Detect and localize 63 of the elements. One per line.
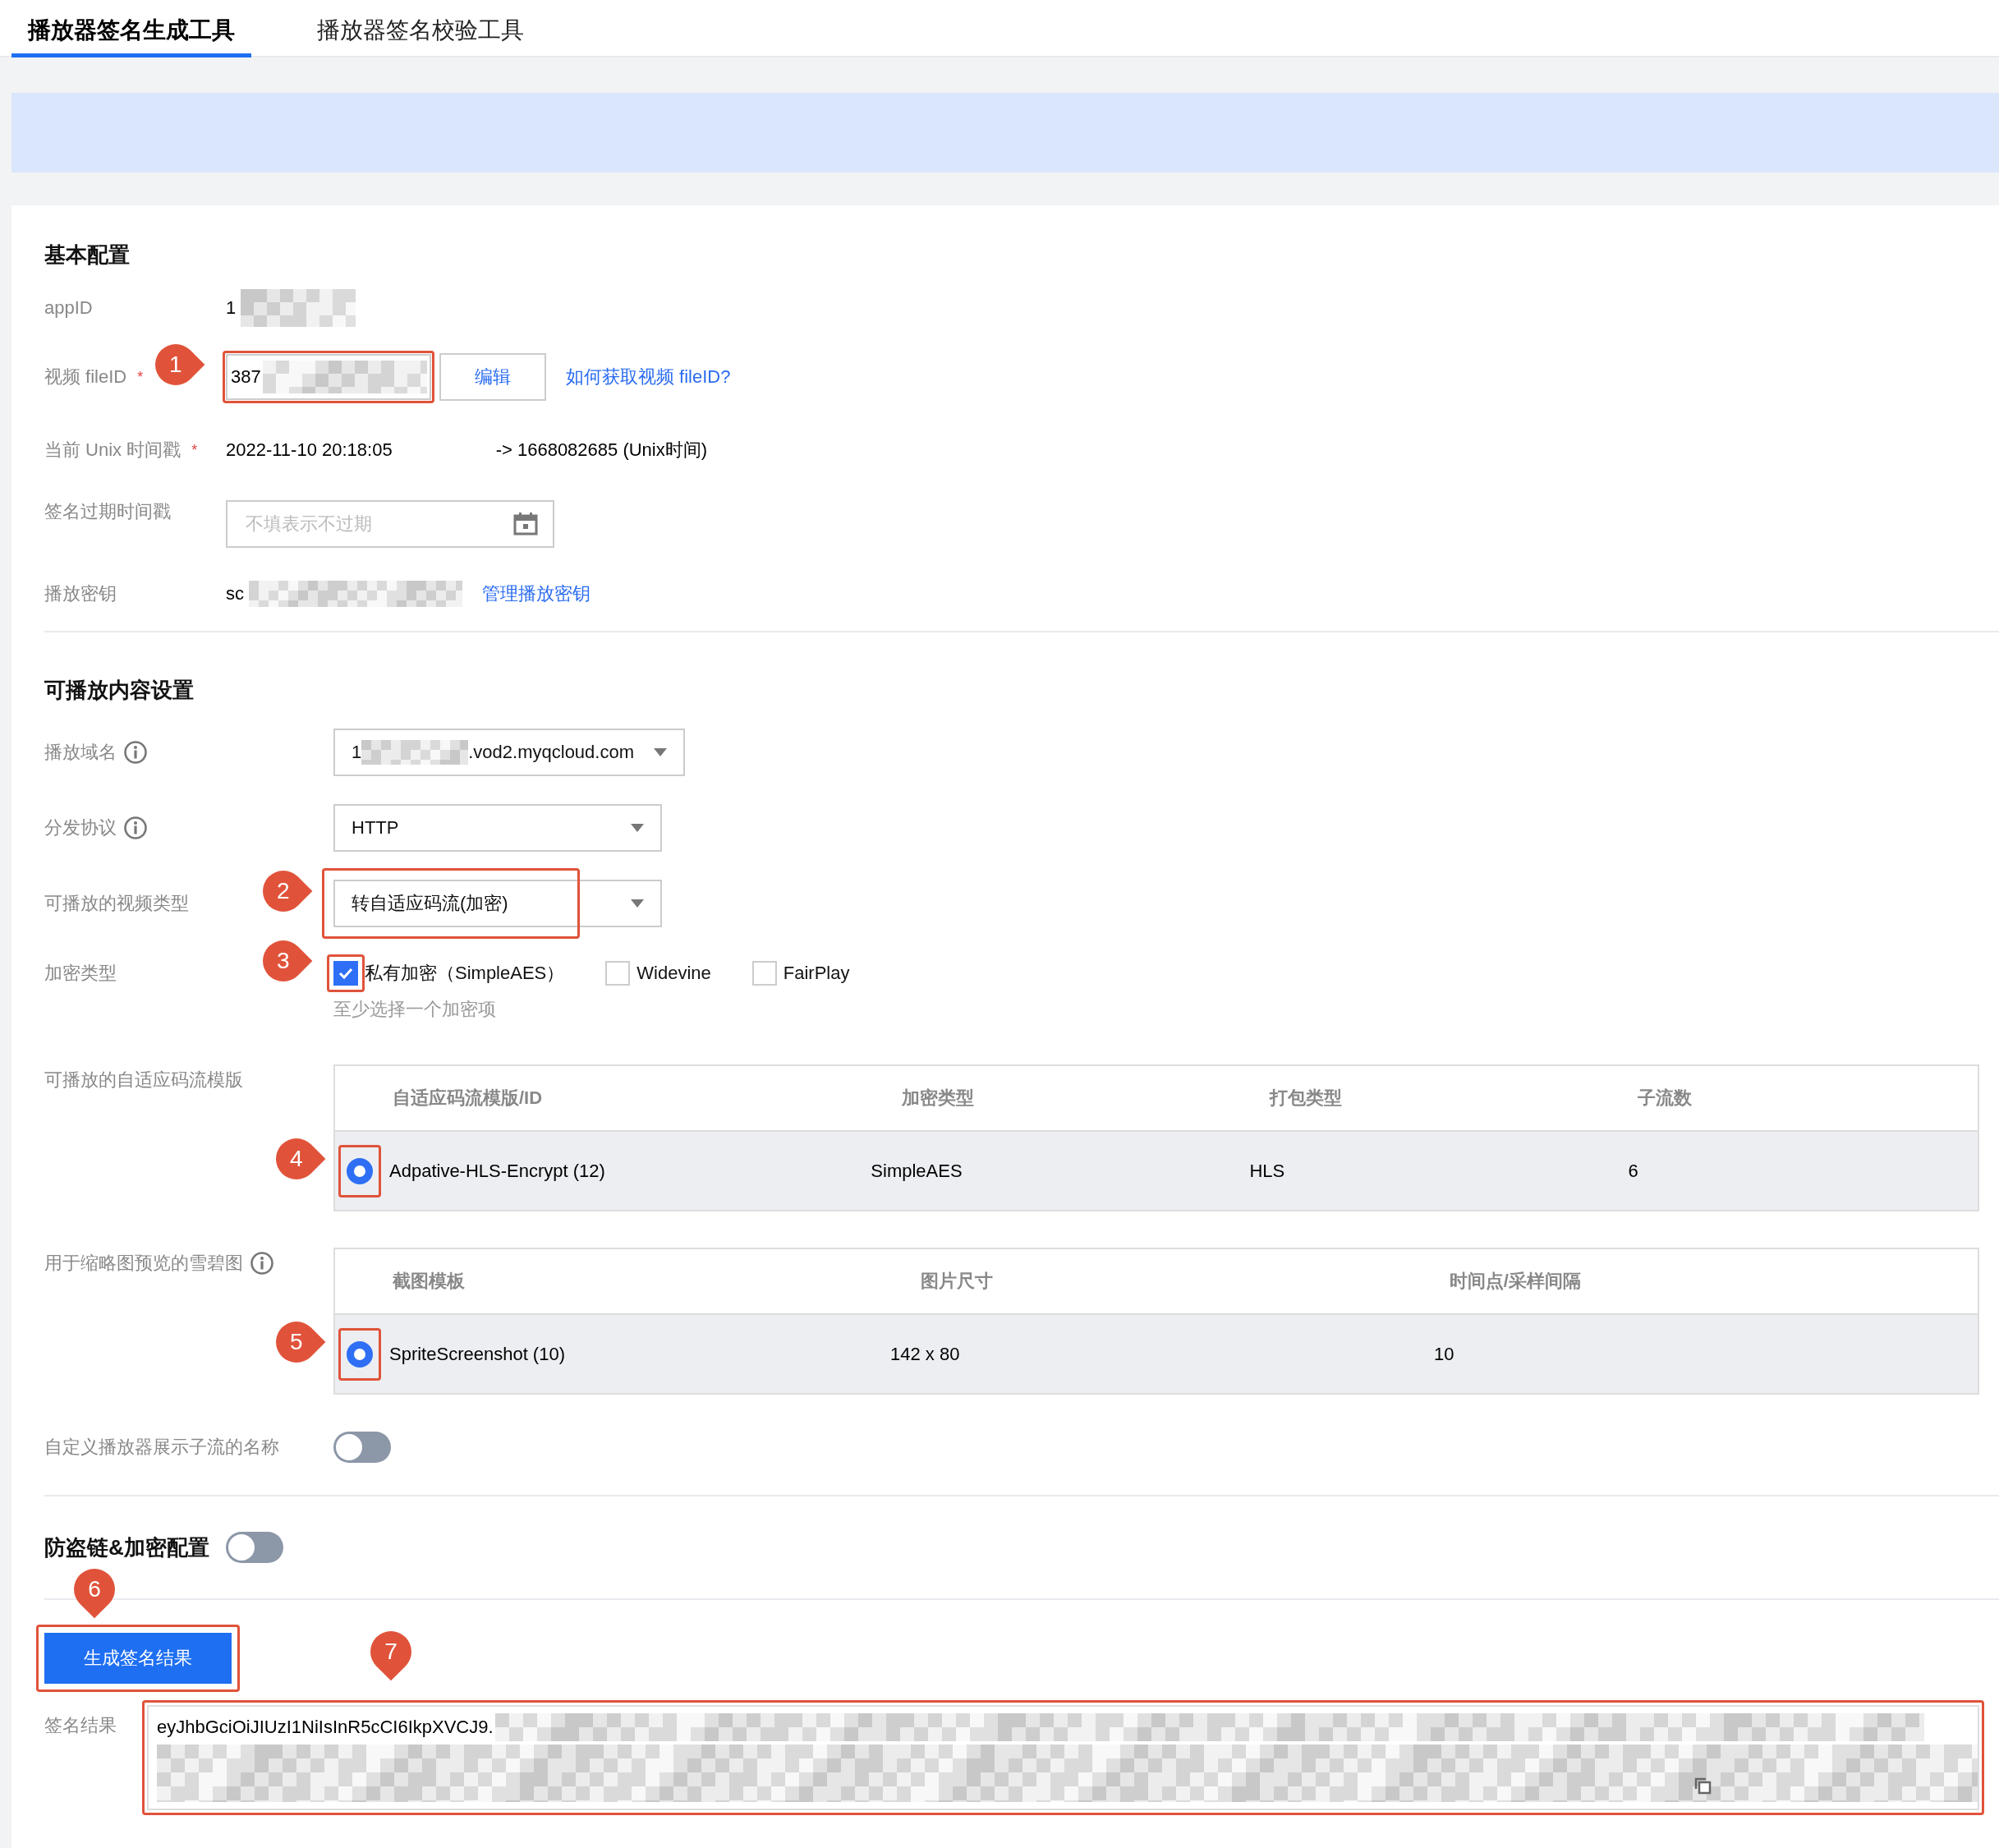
table-cell: Adpative-HLS-Encrypt (12)	[389, 1160, 605, 1182]
unix-time: -> 1668082685 (Unix时间)	[495, 439, 708, 462]
checkbox-label: 私有加密（SimpleAES）	[365, 962, 565, 985]
caret-icon	[631, 824, 644, 832]
table-cell: 10	[1434, 1343, 1454, 1365]
checkbox-label: FairPlay	[783, 963, 850, 984]
section-title: 可播放内容设置	[44, 677, 195, 704]
section-title: 防盗链&加密配置	[44, 1534, 209, 1561]
field-label: 可播放的自适应码流模版	[44, 1069, 244, 1092]
toggle-switch[interactable]	[225, 1532, 283, 1563]
field-label: 签名结果	[44, 1714, 117, 1737]
field-label: 播放密钥	[44, 582, 117, 605]
input-field[interactable]: 387	[226, 354, 431, 400]
field-label: 分发协议	[44, 816, 333, 840]
table-cell: 142 x 80	[890, 1343, 960, 1365]
checkbox[interactable]	[333, 961, 358, 986]
caret-icon	[631, 899, 644, 908]
copy-icon[interactable]	[1693, 1776, 1712, 1795]
table-cell: 6	[1628, 1160, 1638, 1182]
column-header: 自适应码流模版/ID	[393, 1087, 544, 1110]
field-label: 用于缩略图预览的雪碧图	[44, 1248, 333, 1276]
dropdown[interactable]: 1 .vod2.myqcloud.com	[333, 729, 685, 776]
field-label: appID	[44, 297, 94, 319]
highlight-frame	[338, 1144, 381, 1198]
checkbox[interactable]	[605, 961, 631, 986]
dropdown[interactable]: HTTP	[333, 804, 662, 852]
field-label: 视频 fileID *	[44, 365, 145, 388]
field-label: 当前 Unix 时间戳 *	[44, 439, 199, 462]
radio-button[interactable]	[347, 1340, 373, 1368]
highlight-frame	[338, 1327, 381, 1381]
highlight-frame	[327, 954, 365, 992]
field-label: 签名过期时间戳	[44, 500, 172, 523]
signature-text: eyJhbGciOiJIUzI1NiIsInR5cCI6IkpXVCJ9.	[157, 1717, 494, 1738]
field-label: 自定义播放器展示子流的名称	[44, 1436, 280, 1459]
table-cell: SpriteScreenshot (10)	[389, 1343, 565, 1365]
column-header: 加密类型	[902, 1087, 976, 1110]
column-header: 图片尺寸	[921, 1270, 995, 1293]
field-value: 2022-11-10 20:18:05	[226, 439, 393, 461]
caret-icon	[654, 748, 667, 756]
section-title: 基本配置	[44, 241, 131, 269]
table-cell: HLS	[1249, 1160, 1285, 1182]
field-label: 加密类型	[44, 962, 117, 985]
calendar-icon	[513, 512, 538, 536]
field-value: sc	[226, 583, 244, 605]
dropdown[interactable]: 转自适应码流(加密)	[333, 880, 662, 927]
toggle-switch[interactable]	[333, 1432, 391, 1463]
radio-button[interactable]	[347, 1157, 373, 1184]
column-header: 打包类型	[1270, 1087, 1344, 1110]
column-header: 截图模板	[393, 1270, 466, 1293]
edit-button[interactable]: 编辑	[439, 353, 546, 401]
checkbox-label: Widevine	[636, 963, 711, 984]
hint-text: 至少选择一个加密项	[333, 998, 496, 1021]
field-value: 1	[226, 297, 237, 319]
column-header: 时间点/采样间隔	[1449, 1270, 1582, 1293]
link[interactable]: 如何获取视频 fileID?	[566, 365, 731, 389]
tab[interactable]: 播放器签名校验工具	[301, 0, 540, 57]
generate-button[interactable]: 生成签名结果	[44, 1633, 232, 1684]
link[interactable]: 管理播放密钥	[482, 582, 591, 606]
column-header: 子流数	[1638, 1087, 1693, 1110]
checkbox[interactable]	[751, 961, 777, 986]
field-label: 可播放的视频类型	[44, 892, 190, 915]
table-cell: SimpleAES	[871, 1160, 963, 1182]
field-label: 播放域名	[44, 740, 333, 765]
